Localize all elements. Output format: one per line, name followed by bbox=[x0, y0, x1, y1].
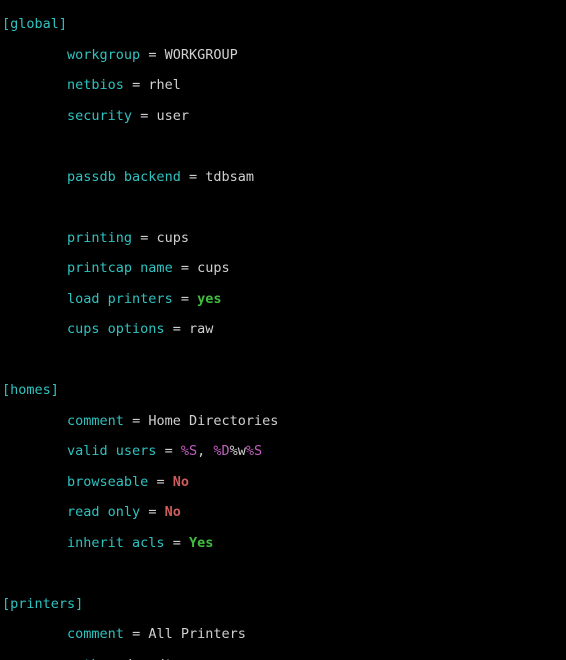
value: All Printers bbox=[148, 626, 246, 642]
section-header-printers: [printers] bbox=[2, 597, 566, 612]
blank-line bbox=[2, 139, 566, 154]
key: cups options bbox=[67, 321, 165, 337]
value: No bbox=[173, 474, 189, 490]
value: Yes bbox=[189, 535, 213, 551]
value: tdbsam bbox=[205, 169, 254, 185]
value: raw bbox=[189, 321, 213, 337]
config-row: security = user bbox=[2, 109, 566, 124]
config-row: comment = Home Directories bbox=[2, 414, 566, 429]
blank-line bbox=[2, 200, 566, 215]
config-row: read only = No bbox=[2, 505, 566, 520]
key: read only bbox=[67, 504, 140, 520]
key: valid users bbox=[67, 443, 156, 459]
config-row: passdb backend = tdbsam bbox=[2, 170, 566, 185]
config-row: workgroup = WORKGROUP bbox=[2, 48, 566, 63]
terminal-editor[interactable]: [global] workgroup = WORKGROUP netbios =… bbox=[0, 0, 566, 660]
value: user bbox=[156, 108, 189, 124]
key: printing bbox=[67, 230, 132, 246]
key: workgroup bbox=[67, 47, 140, 63]
config-row: netbios = rhel bbox=[2, 78, 566, 93]
config-row: cups options = raw bbox=[2, 322, 566, 337]
value: No bbox=[165, 504, 181, 520]
blank-line bbox=[2, 566, 566, 581]
value: cups bbox=[197, 260, 230, 276]
config-row: browseable = No bbox=[2, 475, 566, 490]
key: browseable bbox=[67, 474, 148, 490]
value: yes bbox=[197, 291, 221, 307]
key: security bbox=[67, 108, 132, 124]
value: WORKGROUP bbox=[165, 47, 238, 63]
section-header-homes: [homes] bbox=[2, 383, 566, 398]
key: load printers bbox=[67, 291, 173, 307]
config-row: valid users = %S, %D%w%S bbox=[2, 444, 566, 459]
key: printcap name bbox=[67, 260, 173, 276]
value: rhel bbox=[148, 77, 181, 93]
section-header-global: [global] bbox=[2, 17, 566, 32]
config-row: inherit acls = Yes bbox=[2, 536, 566, 551]
key: inherit acls bbox=[67, 535, 165, 551]
value: cups bbox=[156, 230, 189, 246]
config-row: comment = All Printers bbox=[2, 627, 566, 642]
value: Home Directories bbox=[148, 413, 278, 429]
config-row: load printers = yes bbox=[2, 292, 566, 307]
key: comment bbox=[67, 413, 124, 429]
key: passdb backend bbox=[67, 169, 181, 185]
config-row: printcap name = cups bbox=[2, 261, 566, 276]
blank-line bbox=[2, 353, 566, 368]
key: netbios bbox=[67, 77, 124, 93]
config-row: printing = cups bbox=[2, 231, 566, 246]
key: comment bbox=[67, 626, 124, 642]
